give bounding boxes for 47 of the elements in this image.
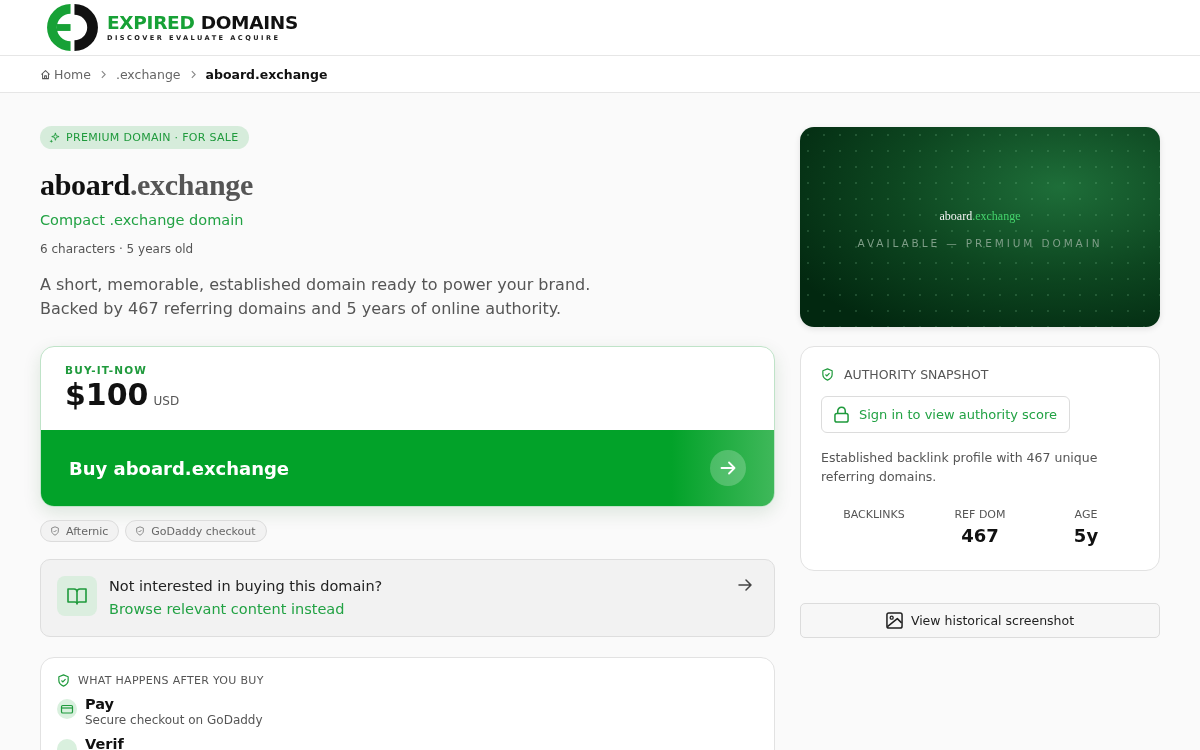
badge-label: PREMIUM DOMAIN · FOR SALE <box>66 131 239 144</box>
credit-card-icon <box>57 699 77 719</box>
preview-caption: AVAILABLE — PREMIUM DOMAIN <box>857 236 1103 249</box>
buy-button[interactable]: Buy aboard.exchange <box>41 430 774 506</box>
arrow-right-icon <box>738 579 752 591</box>
breadcrumb-link[interactable]: .exchange <box>115 66 181 82</box>
shield-check-icon <box>135 526 146 536</box>
domain-title: aboard.exchange <box>40 167 253 203</box>
price: $100 <box>65 377 149 413</box>
step-title: Pay <box>85 696 116 712</box>
registrar-name: Afternic <box>66 524 109 538</box>
arrow-right-icon <box>710 450 746 486</box>
home-icon <box>40 68 51 80</box>
logo-wordmark[interactable]: EXPIRED DOMAINS <box>107 12 299 33</box>
currency: USD <box>153 394 180 408</box>
lock-icon <box>834 406 849 423</box>
registrar-name: GoDaddy checkout <box>151 524 256 538</box>
chevron-right-icon <box>100 69 106 79</box>
chevron-right-icon <box>190 69 196 79</box>
browse-content-card[interactable]: Not interested in buying this domain? Browse relevant content instead <box>40 559 775 637</box>
step-text: Secure checkout on GoDaddy <box>85 712 263 728</box>
section-title: AUTHORITY SNAPSHOT <box>844 366 989 382</box>
view-screenshot-button[interactable]: View historical screenshot <box>800 603 1160 638</box>
sign-in-button[interactable]: Sign in to view authority score <box>821 396 1071 433</box>
stat-label: BACKLINKS <box>843 508 905 522</box>
stat-label: REF DOM <box>954 508 1006 522</box>
book-icon <box>57 576 97 616</box>
alternative-question: Not interested in buying this domain? <box>109 577 383 596</box>
domain-description: A short, memorable, established domain ready to power your brand. Backed by 467 referring domains and 5 years of online authority. <box>40 274 592 320</box>
shield-check-icon <box>821 367 834 381</box>
authority-description: Established backlink profile with 467 unique referring domains. <box>821 449 1099 486</box>
stat-value: 5y <box>1073 525 1099 547</box>
stat-label: AGE <box>1074 508 1098 522</box>
buy-now-label: BUY-IT-NOW <box>65 363 148 377</box>
shield-check-icon <box>50 526 60 536</box>
stat-value: 467 <box>961 525 999 547</box>
section-title: WHAT HAPPENS AFTER YOU BUY <box>78 673 264 687</box>
domain-subtitle: Compact .exchange domain <box>40 211 244 230</box>
domain-meta: 6 characters · 5 years old <box>40 241 194 258</box>
image-icon <box>885 612 903 629</box>
logo-icon[interactable] <box>47 4 98 51</box>
shield-check-icon <box>57 673 70 687</box>
breadcrumb-link[interactable]: Home <box>40 66 91 82</box>
preview-domain: aboard.exchange <box>939 208 1021 223</box>
step-title: Verif <box>85 736 124 750</box>
current-page-title: aboard.exchange <box>205 66 328 82</box>
sparkle-icon <box>49 132 60 143</box>
